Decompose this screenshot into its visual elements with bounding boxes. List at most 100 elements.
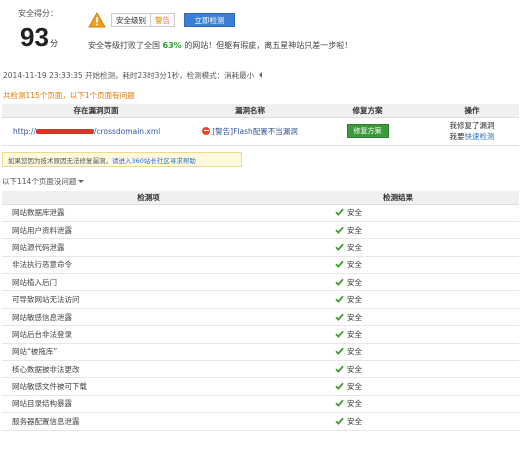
- security-level-badge: 安全级别 警告: [111, 13, 175, 27]
- ok-pages-toggle[interactable]: 以下114个页面没问题: [2, 176, 85, 187]
- col-vuln-name: 漏洞名称: [190, 104, 310, 118]
- vuln-page-url[interactable]: http:// /crossdomain.xml: [2, 117, 190, 146]
- result-text: 安全: [347, 260, 362, 270]
- check-icon: [335, 226, 344, 234]
- col-check-item: 检测项: [2, 191, 295, 205]
- result-text: 安全: [347, 382, 362, 392]
- table-row: http:///crossdomain.xml [警告]Flash配置不当漏洞 …: [2, 117, 519, 146]
- result-text: 安全: [347, 347, 362, 357]
- table-row: 非法执行恶意命令 安全: [2, 256, 519, 275]
- result-text: 安全: [347, 416, 362, 426]
- col-operation: 操作: [425, 104, 519, 118]
- vuln-table-header: 存在漏洞页面 漏洞名称 修复方案 操作: [2, 104, 519, 118]
- quick-detect-line: 我要快速检测: [425, 131, 519, 142]
- result-text: 安全: [347, 295, 362, 305]
- caret-left-icon[interactable]: [258, 72, 262, 78]
- security-level-label: 安全级别: [112, 14, 151, 26]
- check-item-name: 可导致网站无法访问: [2, 290, 295, 309]
- notice-text: 如果您因为技术原因无法修复漏洞，: [8, 156, 112, 165]
- check-icon: [335, 365, 344, 373]
- table-row: 网站源代码泄露 安全: [2, 238, 519, 257]
- check-item-result: 安全: [295, 238, 519, 257]
- check-item-result: 安全: [295, 221, 519, 240]
- score-label: 安全得分：: [18, 9, 58, 18]
- check-item-name: 网站敏感文件被可下载: [2, 377, 295, 396]
- result-text: 安全: [347, 277, 362, 287]
- summary-suffix: 的网站！但躯有瑕疵，离五星神站只差一步啦！: [181, 41, 353, 50]
- vulnerability-table: 存在漏洞页面 漏洞名称 修复方案 操作 http:// /crossdomain.…: [2, 104, 519, 146]
- detect-now-button[interactable]: 立即检测: [184, 13, 235, 27]
- table-row: 网站“被拖库” 安全: [2, 343, 519, 362]
- result-text: 安全: [347, 312, 362, 322]
- check-item-result: 安全: [295, 290, 519, 309]
- scan-status-text: 2014-11-19 23:33:35 开始检测，耗时23时3分1秒，检测模式：…: [3, 71, 255, 80]
- check-item-name: 核心数据被非法更改: [2, 360, 295, 379]
- community-help-link[interactable]: 请进入360站长社区寻求帮助: [112, 155, 196, 165]
- result-text: 安全: [347, 399, 362, 409]
- scan-status-line: 2014-11-19 23:33:35 开始检测，耗时23时3分1秒，检测模式：…: [3, 70, 262, 81]
- check-icon: [335, 330, 344, 338]
- table-row: 网站敏感文件被可下载 安全: [2, 377, 519, 396]
- table-row: 可导致网站无法访问 安全: [2, 290, 519, 309]
- vuln-name-text: [警告]Flash配置不当漏洞: [212, 126, 298, 136]
- check-icon: [335, 313, 344, 321]
- check-item-result: 安全: [295, 395, 519, 414]
- check-item-result: 安全: [295, 360, 519, 379]
- check-item-name: 网站目录结构暴露: [2, 395, 295, 414]
- col-check-result: 检测结果: [295, 191, 519, 205]
- check-icon: [335, 278, 344, 286]
- check-item-result: 安全: [295, 273, 519, 292]
- check-item-name: 网站后台非法登录: [2, 325, 295, 344]
- check-table-header: 检测项 检测结果: [2, 191, 519, 205]
- table-row: 网站敏感信息泄露 安全: [2, 308, 519, 327]
- fix-plan-button[interactable]: 修复方案: [346, 124, 389, 138]
- result-text: 安全: [347, 329, 362, 339]
- summary-text: 安全等级打败了全国 63% 的网站！但躯有瑕疵，离五星神站只差一步啦！: [88, 40, 352, 51]
- table-row: 核心数据被非法更改 安全: [2, 360, 519, 379]
- check-icon: [335, 417, 344, 425]
- operation-cell: 我修复了漏洞 我要快速检测: [425, 117, 519, 146]
- table-row: 服务器配置信息泄露 安全: [2, 412, 519, 431]
- check-item-name: 非法执行恶意命令: [2, 256, 295, 275]
- check-item-result: 安全: [295, 343, 519, 362]
- result-text: 安全: [347, 225, 362, 235]
- check-item-result: 安全: [295, 204, 519, 222]
- check-icon: [335, 260, 344, 269]
- score-value: 93: [20, 22, 49, 52]
- score-unit: 分: [50, 39, 58, 48]
- table-row: 网站目录结构暴露 安全: [2, 395, 519, 414]
- quick-detect-link[interactable]: 快速检测: [465, 132, 495, 141]
- check-item-result: 安全: [295, 308, 519, 327]
- result-text: 安全: [347, 208, 362, 218]
- problem-title: 共检测115个页面，以下1个页面有问题: [3, 91, 135, 100]
- no-entry-icon: [202, 126, 211, 135]
- check-item-name: 网站敏感信息泄露: [2, 308, 295, 327]
- result-text: 安全: [347, 242, 362, 252]
- check-item-result: 安全: [295, 412, 519, 431]
- table-row: 网站植入后门 安全: [2, 273, 519, 292]
- check-item-result: 安全: [295, 377, 519, 396]
- url-prefix: http://: [13, 126, 36, 136]
- vuln-name-link[interactable]: [警告]Flash配置不当漏洞: [190, 117, 310, 146]
- ok-pages-text: 以下114个页面没问题: [2, 177, 77, 186]
- check-item-result: 安全: [295, 325, 519, 344]
- quick-detect-prefix: 我要: [449, 132, 465, 141]
- caret-down-icon: [78, 180, 85, 183]
- col-fix-plan: 修复方案: [310, 104, 425, 118]
- check-item-name: 网站源代码泄露: [2, 238, 295, 257]
- check-item-name: 网站用户资料泄露: [2, 221, 295, 240]
- redacted-domain: [35, 129, 94, 134]
- table-row: 网站用户资料泄露 安全: [2, 221, 519, 240]
- check-icon: [335, 400, 344, 408]
- check-item-name: 网站植入后门: [2, 273, 295, 292]
- security-level-value: 警告: [155, 15, 170, 25]
- fix-cell: 修复方案: [310, 117, 425, 146]
- check-item-name: 服务器配置信息泄露: [2, 412, 295, 431]
- fixed-vuln-link[interactable]: 我修复了漏洞: [425, 120, 519, 131]
- check-item-result: 安全: [295, 256, 519, 275]
- check-icon: [335, 208, 344, 217]
- check-icon: [335, 295, 344, 304]
- check-icon: [335, 243, 344, 251]
- summary-prefix: 安全等级打败了全国: [88, 41, 163, 50]
- check-item-name: 网站数据库泄露: [2, 204, 295, 222]
